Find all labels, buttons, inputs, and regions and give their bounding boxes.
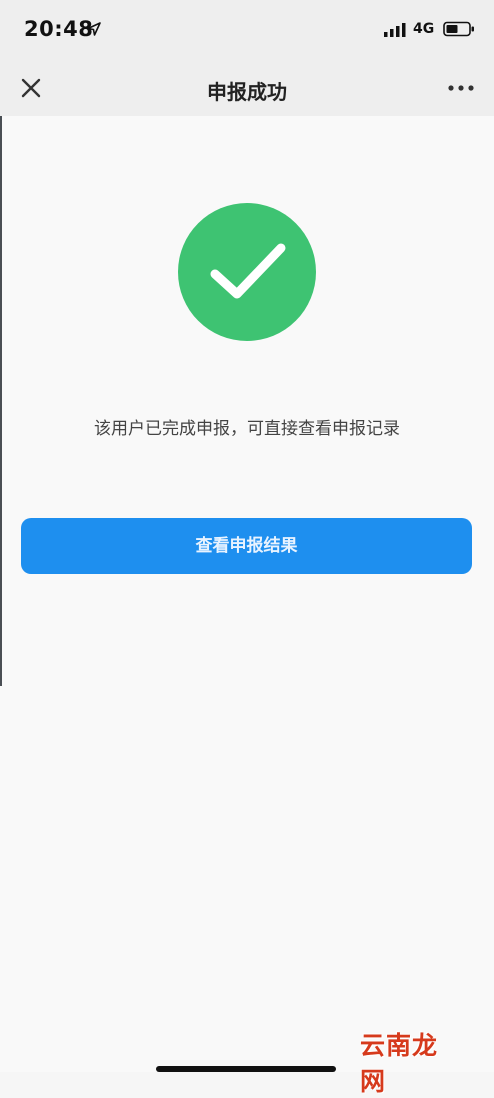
- status-time: 20:48: [24, 17, 94, 41]
- watermark-logo: 云南龙网: [360, 1026, 460, 1096]
- more-icon[interactable]: [444, 78, 478, 98]
- left-edge-divider: [0, 116, 2, 686]
- home-indicator[interactable]: [156, 1066, 336, 1072]
- main-content: 该用户已完成申报，可直接查看申报记录 查看申报结果: [0, 116, 494, 1072]
- location-arrow-icon: [87, 22, 101, 36]
- watermark-text: 云南龙网: [360, 1031, 439, 1096]
- success-message: 该用户已完成申报，可直接查看申报记录: [94, 419, 400, 439]
- battery-icon: [443, 21, 474, 37]
- network-label: 4G: [413, 21, 435, 37]
- page-title: 申报成功: [207, 80, 287, 104]
- signal-icon: [384, 23, 406, 37]
- nav-bar: 申报成功: [0, 60, 494, 116]
- view-result-button[interactable]: 查看申报结果: [21, 518, 472, 574]
- status-bar: 20:48 4G: [0, 0, 494, 60]
- check-circle-icon: [178, 203, 316, 341]
